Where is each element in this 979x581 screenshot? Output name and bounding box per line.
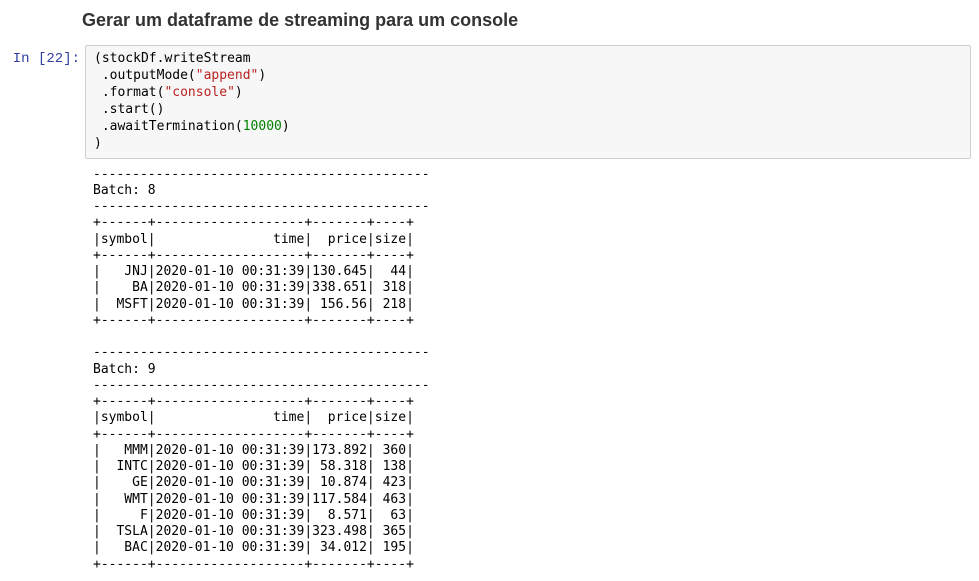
code-cell: In [22]: (stockDf.writeStream .outputMod…	[8, 45, 971, 158]
code-input[interactable]: (stockDf.writeStream .outputMode("append…	[85, 45, 971, 158]
code-token: .awaitTermination(	[94, 119, 243, 134]
output-cell: ----------------------------------------…	[8, 162, 971, 578]
code-token: .start()	[94, 102, 164, 117]
console-output: ----------------------------------------…	[85, 162, 971, 578]
output-prompt	[8, 162, 85, 578]
code-token: )	[258, 68, 266, 83]
code-token: )	[94, 136, 102, 151]
code-token: 10000	[243, 119, 282, 134]
code-token: )	[235, 85, 243, 100]
code-token: .outputMode(	[94, 68, 196, 83]
input-prompt: In [22]:	[8, 45, 85, 158]
code-token: (stockDf	[94, 51, 157, 66]
section-heading: Gerar um dataframe de streaming para um …	[82, 8, 979, 33]
code-token: "append"	[196, 68, 259, 83]
code-token: .format(	[94, 85, 164, 100]
code-token: "console"	[164, 85, 234, 100]
code-token: .writeStream	[157, 51, 251, 66]
code-token: )	[282, 119, 290, 134]
notebook: Gerar um dataframe de streaming para um …	[0, 8, 979, 578]
